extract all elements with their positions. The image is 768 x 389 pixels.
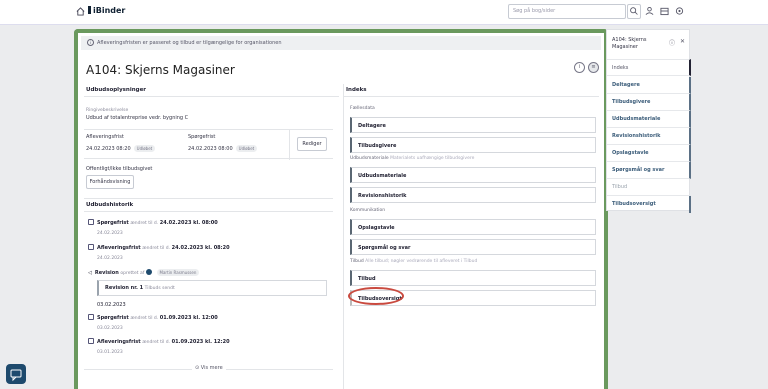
folder-opslagstavle[interactable]: Opslagstavle bbox=[350, 219, 596, 235]
info-icon[interactable]: ⓘ bbox=[669, 38, 675, 47]
megaphone-icon: ◁ bbox=[88, 270, 92, 276]
tender-info-column: Udbudsoplysninger Ringivebeskrivelse Udb… bbox=[84, 84, 339, 389]
history-item: ◁ Revision oprettet af Martin Rasmussen bbox=[88, 269, 200, 276]
group-label: Fællesdata bbox=[350, 106, 375, 111]
deadline-label: Afleveringsfrist bbox=[86, 134, 124, 140]
user-icon[interactable] bbox=[645, 6, 654, 16]
history-section-title: Udbudshistorik bbox=[84, 198, 333, 212]
folder-revisionshistorik[interactable]: Revisionshistorik bbox=[350, 187, 596, 203]
side-item-revisionshistorik[interactable]: Revisionshistorik bbox=[607, 128, 691, 145]
side-panel-title: A104: Skjerns Magasiner bbox=[612, 37, 647, 50]
side-item-udbudsmateriale[interactable]: Udbudsmateriale bbox=[607, 111, 691, 128]
folder-sporgsmal-og-svar[interactable]: Spørgsmål og svar bbox=[350, 239, 596, 255]
description-label: Ringivebeskrivelse bbox=[86, 108, 129, 113]
calendar-icon bbox=[88, 244, 94, 250]
page-title: A104: Skjerns Magasiner bbox=[86, 63, 235, 77]
deadline-banner: i Afleveringsfristen er passeret og tilb… bbox=[81, 36, 601, 50]
folder-deltagere[interactable]: Deltagere bbox=[350, 117, 596, 133]
search-icon bbox=[630, 7, 638, 15]
divider bbox=[289, 130, 290, 160]
settings-icon[interactable] bbox=[675, 6, 684, 16]
calendar-icon bbox=[88, 314, 94, 320]
app-logo[interactable]: iBinder bbox=[88, 6, 125, 15]
search-button[interactable] bbox=[627, 4, 641, 19]
history-item: Afleveringsfrist ændret til d. 01.09.202… bbox=[88, 338, 230, 355]
side-item-opslagstavle[interactable]: Opslagstavle bbox=[607, 145, 691, 162]
search-input[interactable]: Søg på bog/sider bbox=[508, 4, 626, 19]
group-label: Tilbud Alle tilbud; nøgler vedrørende ti… bbox=[350, 259, 478, 264]
side-item-tilbudsoversigt[interactable]: Tilbudsoversigt bbox=[607, 196, 691, 213]
group-label: Kommunikation bbox=[350, 208, 386, 213]
status-badge: Udløbet bbox=[235, 145, 258, 152]
chat-icon bbox=[10, 369, 22, 382]
home-icon[interactable] bbox=[76, 7, 85, 16]
deadlines-row: Afleveringsfrist 24.02.2023 08:20 Udløbet… bbox=[84, 129, 333, 160]
info-icon[interactable]: i bbox=[574, 62, 585, 73]
organization-icon[interactable] bbox=[660, 6, 669, 16]
revision-box[interactable]: Revision nr. 1 Tilbuds sendt bbox=[97, 280, 327, 296]
calendar-icon bbox=[88, 219, 94, 225]
question-deadline-label: Spørgefrist bbox=[188, 134, 216, 140]
preview-button[interactable]: Forhåndsvisning bbox=[86, 175, 134, 189]
calendar-icon bbox=[88, 338, 94, 344]
info-icon: i bbox=[87, 39, 94, 46]
group-label: Udbudsmateriale Materialets uafhængige t… bbox=[350, 156, 475, 161]
folder-udbudsmateriale[interactable]: Udbudsmateriale bbox=[350, 167, 596, 183]
side-item-indeks[interactable]: Indeks bbox=[607, 59, 691, 76]
side-item-tilbudsgivere[interactable]: Tilbudsgivere bbox=[607, 94, 691, 111]
folder-tilbud[interactable]: Tilbud bbox=[350, 270, 596, 286]
info-section-title: Udbudsoplysninger bbox=[84, 84, 339, 97]
highlight-ring bbox=[348, 287, 404, 305]
side-item-sporgsmal[interactable]: Spørgsmål og svar bbox=[607, 162, 691, 179]
side-item-deltagere[interactable]: Deltagere bbox=[607, 77, 691, 94]
revision-date: 03.02.2023 bbox=[97, 302, 126, 308]
side-panel: A104: Skjerns Magasiner ⓘ ✕ Indeks Delta… bbox=[606, 29, 691, 213]
menu-icon[interactable]: ≡ bbox=[588, 62, 599, 73]
show-more-button[interactable]: ⊙ Vis mere bbox=[192, 365, 226, 371]
top-bar: iBinder Søg på bog/sider bbox=[0, 0, 768, 25]
banner-text: Afleveringsfristen er passeret og tilbud… bbox=[97, 40, 282, 46]
status-badge: Udløbet bbox=[133, 145, 156, 152]
visibility-label: Offentligt/Ikke tilbudsgivet bbox=[86, 166, 153, 172]
deadline-value: 24.02.2023 08:20 bbox=[86, 146, 131, 152]
tender-card: i Afleveringsfristen er passeret og tilb… bbox=[74, 29, 608, 389]
side-item-tilbud[interactable]: Tilbud bbox=[607, 179, 691, 196]
close-icon[interactable]: ✕ bbox=[680, 38, 685, 45]
index-title: Indeks bbox=[344, 84, 599, 97]
index-column: Indeks Fællesdata Deltagere Tilbudsgiver… bbox=[343, 84, 599, 389]
folder-tilbudsgivere[interactable]: Tilbudsgivere bbox=[350, 137, 596, 153]
chat-button[interactable] bbox=[6, 364, 26, 384]
avatar bbox=[145, 269, 152, 275]
description-value: Udbud af totalentreprise vedr. bygning C bbox=[86, 115, 189, 121]
history-item: Spørgefrist ændret til d. 24.02.2023 kl.… bbox=[88, 219, 218, 236]
question-deadline-value: 24.02.2023 08:00 bbox=[188, 146, 233, 152]
history-item: Afleveringsfrist ændret til d. 24.02.202… bbox=[88, 244, 230, 261]
history-item: Spørgefrist ændret til d. 01.09.2023 kl.… bbox=[88, 314, 218, 331]
edit-button[interactable]: Rediger bbox=[297, 137, 327, 151]
